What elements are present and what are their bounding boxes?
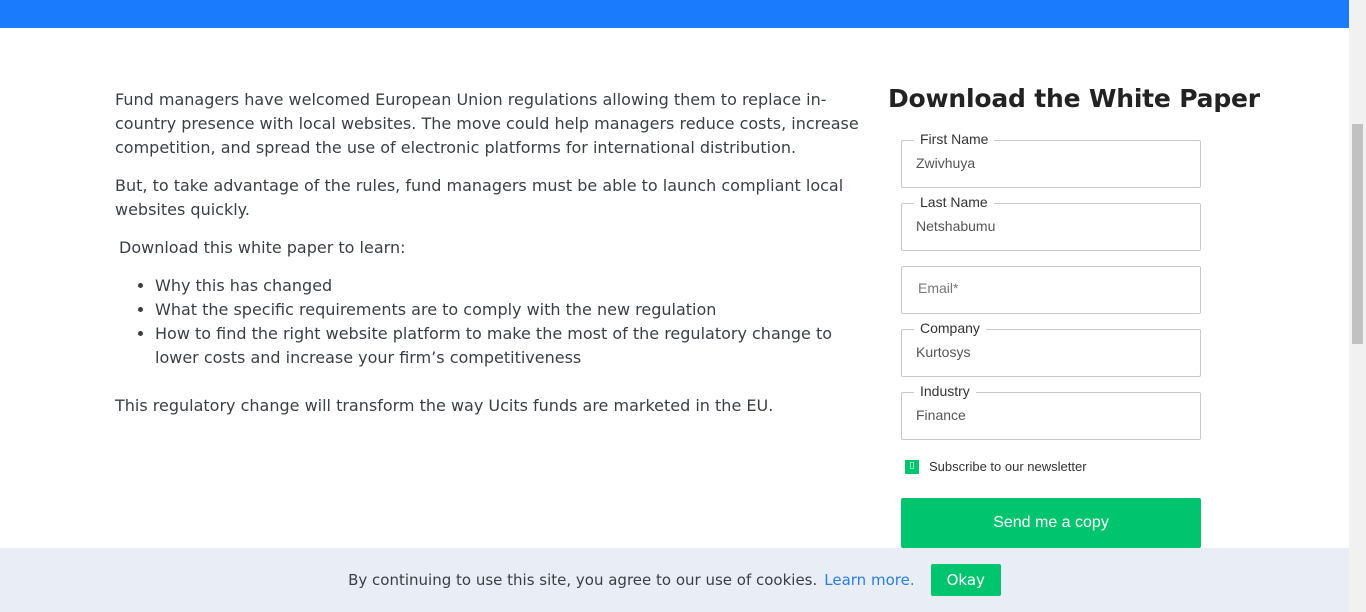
email-input[interactable] xyxy=(918,280,1188,296)
bullet-list: Why this has changed What the specific r… xyxy=(115,274,860,370)
page-scrollbar[interactable] xyxy=(1349,0,1366,612)
list-item: What the specific requirements are to co… xyxy=(155,298,860,322)
cookie-banner: By continuing to use this site, you agre… xyxy=(0,548,1349,612)
last-name-field: Last Name xyxy=(901,194,1201,251)
email-field xyxy=(901,266,1201,314)
industry-input[interactable] xyxy=(916,407,1186,423)
okay-button[interactable]: Okay xyxy=(930,564,1001,596)
article-intro: Download this white paper to learn: xyxy=(119,238,406,257)
article-paragraph-2: But, to take advantage of the rules, fun… xyxy=(115,176,844,219)
cookie-text: By continuing to use this site, you agre… xyxy=(348,571,818,589)
article-closing: This regulatory change will transform th… xyxy=(115,396,774,415)
subscribe-label[interactable]: Subscribe to our newsletter xyxy=(929,459,1087,474)
list-item: How to find the right website platform t… xyxy=(155,322,860,370)
first-name-field: First Name xyxy=(901,131,1201,188)
first-name-label: First Name xyxy=(914,131,995,147)
company-field: Company xyxy=(901,320,1201,377)
article-content: Fund managers have welcomed European Uni… xyxy=(115,88,860,432)
scrollbar-thumb[interactable] xyxy=(1352,124,1363,344)
newsletter-checkbox[interactable]: ▯ xyxy=(905,459,919,474)
top-header-bar xyxy=(0,0,1349,28)
send-copy-button[interactable]: Send me a copy xyxy=(901,498,1201,548)
industry-field: Industry xyxy=(901,383,1201,440)
company-label: Company xyxy=(914,320,986,336)
last-name-label: Last Name xyxy=(914,194,994,210)
industry-label: Industry xyxy=(914,383,976,399)
learn-more-link[interactable]: Learn more. xyxy=(824,571,914,589)
form-title: Download the White Paper xyxy=(888,84,1260,113)
company-input[interactable] xyxy=(916,344,1186,360)
list-item: Why this has changed xyxy=(155,274,860,298)
subscribe-row: ▯ Subscribe to our newsletter xyxy=(905,459,1087,474)
last-name-input[interactable] xyxy=(916,218,1186,234)
checkbox-checked-icon: ▯ xyxy=(909,461,915,471)
first-name-input[interactable] xyxy=(916,155,1186,171)
article-paragraph-1: Fund managers have welcomed European Uni… xyxy=(115,90,859,157)
